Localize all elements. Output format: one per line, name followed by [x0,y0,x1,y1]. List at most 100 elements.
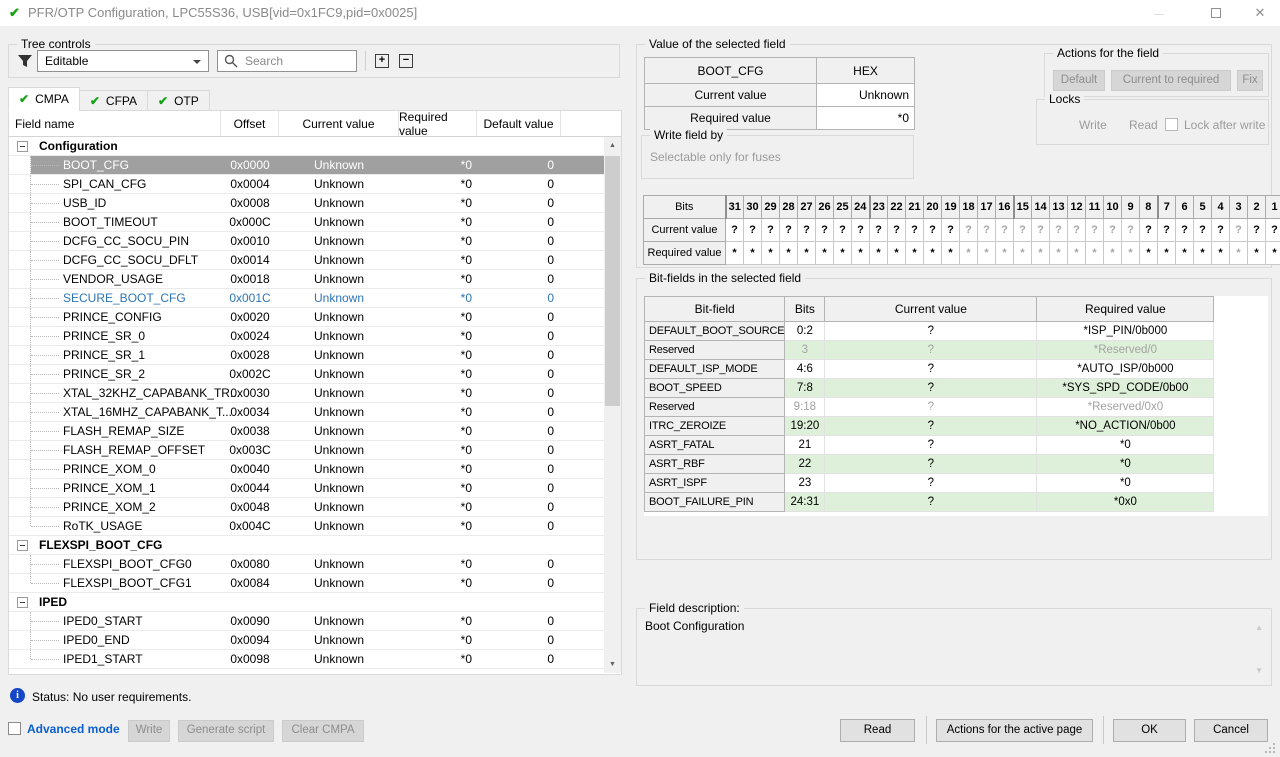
bit-18-required[interactable]: * [960,242,978,265]
bitfield-required[interactable]: *ISP_PIN/0b000 [1037,322,1214,341]
bitfield-required[interactable]: *0 [1037,455,1214,474]
bit-1-required[interactable]: * [1266,242,1280,265]
bitfield-required[interactable]: *Reserved/0x0 [1037,398,1214,417]
bit-15-current[interactable]: ? [1014,219,1032,242]
bit-14-required[interactable]: * [1032,242,1050,265]
bit-6-required[interactable]: * [1176,242,1194,265]
bit-4-required[interactable]: * [1212,242,1230,265]
bit-17-current[interactable]: ? [978,219,996,242]
table-row[interactable]: PRINCE_CONFIG0x0020Unknown*00 [9,308,604,327]
bit-10-current[interactable]: ? [1104,219,1122,242]
bit-22-current[interactable]: ? [888,219,906,242]
table-row[interactable]: DCFG_CC_SOCU_DFLT0x0014Unknown*00 [9,251,604,270]
filter-dropdown[interactable]: Editable [37,50,209,72]
collapse-icon[interactable] [17,141,28,152]
bit-15-required[interactable]: * [1014,242,1032,265]
bit-8-current[interactable]: ? [1140,219,1158,242]
table-row[interactable]: PRINCE_XOM_00x0040Unknown*00 [9,460,604,479]
bit-1-current[interactable]: ? [1266,219,1280,242]
bit-13-current[interactable]: ? [1050,219,1068,242]
cancel-button[interactable]: Cancel [1194,719,1268,742]
bitfield-row[interactable]: BOOT_SPEED7:8?*SYS_SPD_CODE/0b00 [645,379,1214,398]
bit-26-current[interactable]: ? [816,219,834,242]
table-row[interactable]: XTAL_32KHZ_CAPABANK_TR...0x0030Unknown*0… [9,384,604,403]
bit-20-required[interactable]: * [924,242,942,265]
table-row[interactable]: RoTK_USAGE0x004CUnknown*00 [9,517,604,536]
bit-11-current[interactable]: ? [1086,219,1104,242]
scrollbar-thumb[interactable] [605,156,620,406]
group-row[interactable]: IPED [9,593,604,612]
bit-23-current[interactable]: ? [870,219,888,242]
bitfield-required[interactable]: *SYS_SPD_CODE/0b00 [1037,379,1214,398]
maximize-button[interactable] [1196,0,1236,26]
bit-19-required[interactable]: * [942,242,960,265]
bit-16-current[interactable]: ? [996,219,1014,242]
bitfield-required[interactable]: *0x0 [1037,493,1214,512]
bit-16-required[interactable]: * [996,242,1014,265]
minimize-button[interactable] [1140,0,1178,26]
required-value-cell[interactable]: *0 [817,107,915,130]
bit-3-required[interactable]: * [1230,242,1248,265]
table-row[interactable]: PRINCE_SR_10x0028Unknown*00 [9,346,604,365]
bit-7-current[interactable]: ? [1158,219,1176,242]
bit-23-required[interactable]: * [870,242,888,265]
tab-otp[interactable]: ✔OTP [147,90,210,111]
table-row[interactable]: IPED0_START0x0090Unknown*00 [9,612,604,631]
bit-5-required[interactable]: * [1194,242,1212,265]
bit-14-current[interactable]: ? [1032,219,1050,242]
bit-21-required[interactable]: * [906,242,924,265]
bit-29-current[interactable]: ? [762,219,780,242]
bit-2-required[interactable]: * [1248,242,1266,265]
bit-21-current[interactable]: ? [906,219,924,242]
bit-9-required[interactable]: * [1122,242,1140,265]
bit-7-required[interactable]: * [1158,242,1176,265]
bit-5-current[interactable]: ? [1194,219,1212,242]
desc-scroll-up-icon[interactable]: ▲ [1255,623,1263,632]
bit-24-current[interactable]: ? [852,219,870,242]
desc-scroll-down-icon[interactable]: ▼ [1255,666,1263,675]
bit-9-current[interactable]: ? [1122,219,1140,242]
search-input[interactable]: Search [217,50,357,72]
table-row[interactable]: XTAL_16MHZ_CAPABANK_T...0x0034Unknown*00 [9,403,604,422]
collapse-icon[interactable] [17,540,28,551]
table-row[interactable]: PRINCE_SR_20x002CUnknown*00 [9,365,604,384]
group-row[interactable]: FLEXSPI_BOOT_CFG [9,536,604,555]
bit-25-required[interactable]: * [834,242,852,265]
table-row[interactable]: USB_ID0x0008Unknown*00 [9,194,604,213]
bit-24-required[interactable]: * [852,242,870,265]
bitfield-row[interactable]: ITRC_ZEROIZE19:20?*NO_ACTION/0b00 [645,417,1214,436]
table-row[interactable]: BOOT_TIMEOUT0x000CUnknown*00 [9,213,604,232]
table-row[interactable]: IPED0_END0x0094Unknown*00 [9,631,604,650]
expand-all-button[interactable]: + [375,54,389,68]
bit-12-required[interactable]: * [1068,242,1086,265]
table-row[interactable]: VENDOR_USAGE0x0018Unknown*00 [9,270,604,289]
bit-26-required[interactable]: * [816,242,834,265]
bitfield-row[interactable]: DEFAULT_BOOT_SOURCE0:2?*ISP_PIN/0b000 [645,322,1214,341]
tree-scrollbar[interactable]: ▲ ▼ [604,137,621,673]
bit-10-required[interactable]: * [1104,242,1122,265]
group-row[interactable]: Configuration [9,137,604,156]
bitfield-required[interactable]: *AUTO_ISP/0b000 [1037,360,1214,379]
bit-20-current[interactable]: ? [924,219,942,242]
table-row[interactable]: DCFG_CC_SOCU_PIN0x0010Unknown*00 [9,232,604,251]
table-row[interactable]: BOOT_CFG0x0000Unknown*00 [9,156,604,175]
bit-28-current[interactable]: ? [780,219,798,242]
bit-28-required[interactable]: * [780,242,798,265]
bit-2-current[interactable]: ? [1248,219,1266,242]
table-row[interactable]: SPI_CAN_CFG0x0004Unknown*00 [9,175,604,194]
bit-8-required[interactable]: * [1140,242,1158,265]
tab-cmpa[interactable]: ✔CMPA [8,87,80,111]
ok-button[interactable]: OK [1113,719,1186,742]
bitfield-required[interactable]: *NO_ACTION/0b00 [1037,417,1214,436]
table-row[interactable]: PRINCE_XOM_20x0048Unknown*00 [9,498,604,517]
bit-31-required[interactable]: * [726,242,744,265]
bitfield-required[interactable]: *Reserved/0 [1037,341,1214,360]
scroll-up-icon[interactable]: ▲ [604,137,621,154]
bit-29-required[interactable]: * [762,242,780,265]
scroll-down-icon[interactable]: ▼ [604,656,621,673]
bit-12-current[interactable]: ? [1068,219,1086,242]
table-row[interactable]: FLEXSPI_BOOT_CFG00x0080Unknown*00 [9,555,604,574]
bit-25-current[interactable]: ? [834,219,852,242]
advanced-mode-checkbox[interactable] [8,722,21,735]
bitfield-row[interactable]: Reserved3?*Reserved/0 [645,341,1214,360]
